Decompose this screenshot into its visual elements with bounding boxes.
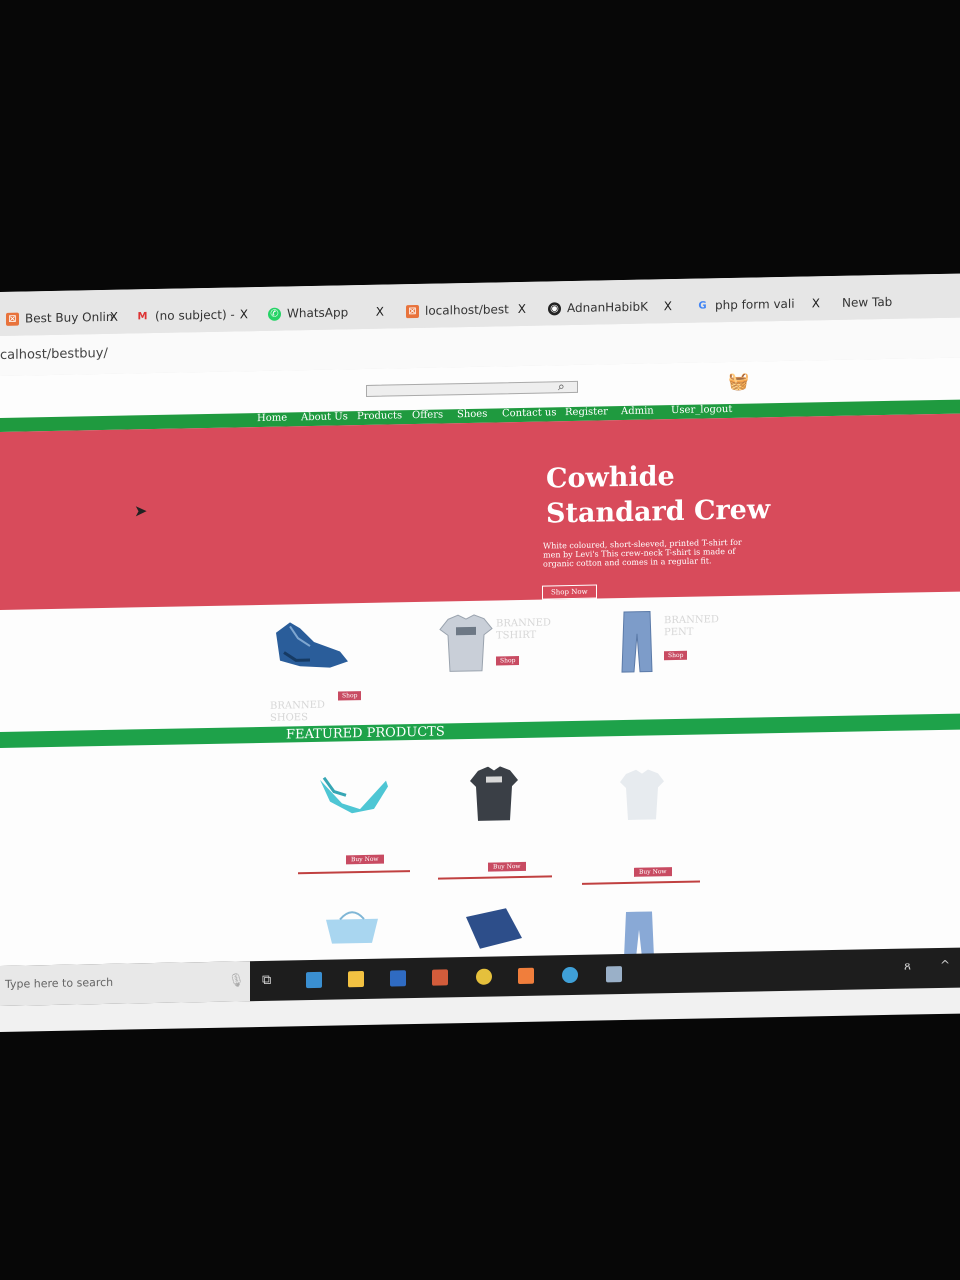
web-page: ⌕ 🧺 Home About Us Products Offers Shoes … xyxy=(0,357,960,977)
google-icon: G xyxy=(698,299,707,312)
nav-shoes[interactable]: Shoes xyxy=(457,409,487,421)
tshirt-image xyxy=(439,614,493,672)
xampp-icon[interactable] xyxy=(518,967,534,985)
nav-products[interactable]: Products xyxy=(357,410,402,422)
product-divider xyxy=(582,880,700,885)
shoe-image xyxy=(276,622,348,668)
category-tshirt: BRANNED TSHIRT Shop xyxy=(438,613,551,680)
featured-title: FEATURED PRODUCTS xyxy=(286,724,445,743)
white-tshirt-image xyxy=(620,769,664,820)
hero-description: White coloured, short-sleeved, printed T… xyxy=(543,537,742,569)
close-icon[interactable]: X xyxy=(664,299,672,313)
edge-icon[interactable] xyxy=(306,971,322,989)
mail-icon[interactable] xyxy=(390,970,406,987)
tab-label: localhost/best xyxy=(425,302,509,318)
wallet-image xyxy=(466,908,522,949)
xampp-icon: ⊠ xyxy=(6,312,19,326)
tab-whatsapp[interactable]: ✆ WhatsApp X xyxy=(268,299,384,327)
tab-gmail[interactable]: M (no subject) - X xyxy=(136,301,248,329)
app-icon[interactable] xyxy=(606,966,622,983)
search-input[interactable] xyxy=(366,380,578,397)
nav-contact-us[interactable]: Contact us xyxy=(502,407,556,419)
search-placeholder: Type here to search xyxy=(5,975,114,991)
nav-offers[interactable]: Offers xyxy=(412,409,443,421)
handbag-image xyxy=(326,911,378,944)
basket-icon[interactable]: 🧺 xyxy=(728,372,749,392)
tab-label: New Tab xyxy=(842,294,893,310)
pant-image xyxy=(621,611,653,673)
buy-now-button[interactable]: Buy Now xyxy=(488,861,526,872)
people-icon[interactable]: ጸ xyxy=(904,959,911,974)
category-label: BRANNED PENT xyxy=(664,614,719,639)
jeans-image xyxy=(624,911,654,959)
tab-label: (no subject) - xyxy=(155,307,235,324)
hero-title: Cowhide Standard Crew xyxy=(546,461,771,530)
mouse-cursor-icon: ➤ xyxy=(134,501,148,521)
nav-register[interactable]: Register xyxy=(565,406,608,418)
tab-github[interactable]: ◉ AdnanHabibK X xyxy=(548,293,672,321)
monitor-screen: ⊠ Best Buy Onlin X M (no subject) - X ✆ … xyxy=(0,273,960,1033)
category-pant: BRANNED PENT Shop xyxy=(620,609,719,678)
tab-label: Best Buy Onlin xyxy=(25,309,114,326)
gmail-icon: M xyxy=(137,310,148,322)
taskbar-search[interactable]: Type here to search xyxy=(0,961,250,1006)
microphone-icon[interactable]: 🎙 xyxy=(228,973,245,989)
tab-best-buy[interactable]: ⊠ Best Buy Onlin X xyxy=(6,304,118,332)
category-shoes: BRANNED SHOES Shop xyxy=(270,615,362,724)
tab-label: AdnanHabibK xyxy=(567,299,648,316)
task-view-icon[interactable]: ⧉ xyxy=(262,973,278,989)
category-label: BRANNED SHOES xyxy=(270,699,325,724)
chevron-up-icon[interactable]: ^ xyxy=(940,958,950,972)
nav-admin[interactable]: Admin xyxy=(621,405,654,417)
xampp-icon: ⊠ xyxy=(406,304,419,318)
shop-button[interactable]: Shop xyxy=(338,691,362,701)
browser-icon[interactable] xyxy=(562,966,578,984)
tab-label: WhatsApp xyxy=(287,305,349,321)
nav-about-us[interactable]: About Us xyxy=(301,411,348,423)
product-divider xyxy=(438,875,552,880)
close-icon[interactable]: X xyxy=(518,302,526,316)
shop-now-button[interactable]: Shop Now xyxy=(542,584,597,600)
chrome-icon[interactable] xyxy=(476,968,492,985)
tab-label: php form vali xyxy=(715,296,795,313)
store-icon[interactable] xyxy=(432,969,448,986)
buy-now-button[interactable]: Buy Now xyxy=(634,867,672,877)
nav-user-logout[interactable]: User_logout xyxy=(671,404,732,416)
whatsapp-icon: ✆ xyxy=(268,307,281,321)
featured-products-bar: FEATURED PRODUCTS xyxy=(0,713,960,748)
close-icon[interactable]: X xyxy=(110,310,118,324)
tab-localhost[interactable]: ⊠ localhost/best X xyxy=(406,296,526,324)
buy-now-button[interactable]: Buy Now xyxy=(346,854,384,865)
close-icon[interactable]: X xyxy=(812,296,820,310)
nav-home[interactable]: Home xyxy=(257,412,287,424)
shop-button[interactable]: Shop xyxy=(496,656,520,666)
search-icon[interactable]: ⌕ xyxy=(558,379,565,394)
category-label: BRANNED TSHIRT xyxy=(496,617,551,642)
black-tshirt-image xyxy=(470,766,518,821)
tab-google[interactable]: G php form vali X xyxy=(696,290,820,318)
product-divider xyxy=(298,870,410,875)
tab-new-tab[interactable]: New Tab xyxy=(842,288,922,316)
heels-image xyxy=(320,776,388,814)
close-icon[interactable]: X xyxy=(376,305,384,319)
close-icon[interactable]: X xyxy=(240,307,248,321)
shop-button[interactable]: Shop xyxy=(664,650,688,661)
url-text[interactable]: calhost/bestbuy/ xyxy=(0,346,108,363)
github-icon: ◉ xyxy=(548,301,561,315)
file-explorer-icon[interactable] xyxy=(348,971,364,988)
